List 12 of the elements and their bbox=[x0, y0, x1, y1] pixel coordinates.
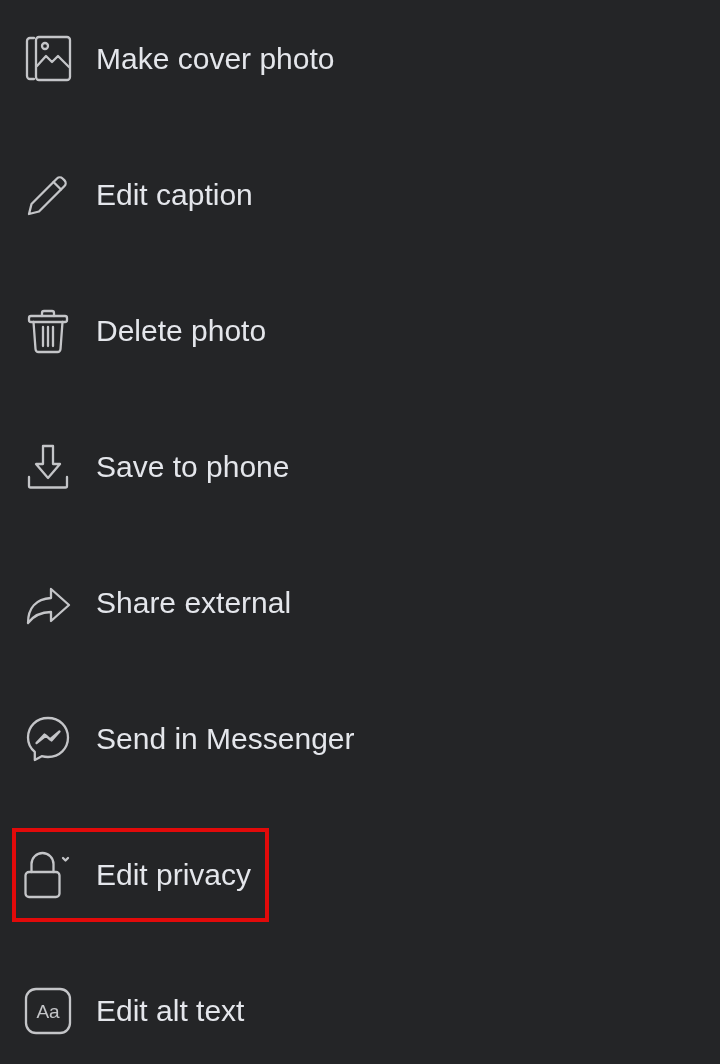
photo-frames-icon bbox=[24, 35, 72, 83]
menu-item[interactable]: Edit privacy bbox=[12, 828, 270, 922]
font-icon: Aa bbox=[24, 987, 72, 1035]
menu-item[interactable]: Make cover photo bbox=[12, 12, 353, 106]
messenger-icon bbox=[24, 715, 72, 763]
menu-item[interactable]: Share external bbox=[12, 556, 310, 650]
menu-item[interactable]: Aa Edit alt text bbox=[12, 964, 263, 1058]
menu-item[interactable]: Save to phone bbox=[12, 420, 308, 514]
menu-item[interactable]: Delete photo bbox=[12, 284, 285, 378]
menu-item[interactable]: Edit caption bbox=[12, 148, 271, 242]
lock-icon bbox=[24, 851, 72, 899]
menu-item[interactable]: Send in Messenger bbox=[12, 692, 373, 786]
